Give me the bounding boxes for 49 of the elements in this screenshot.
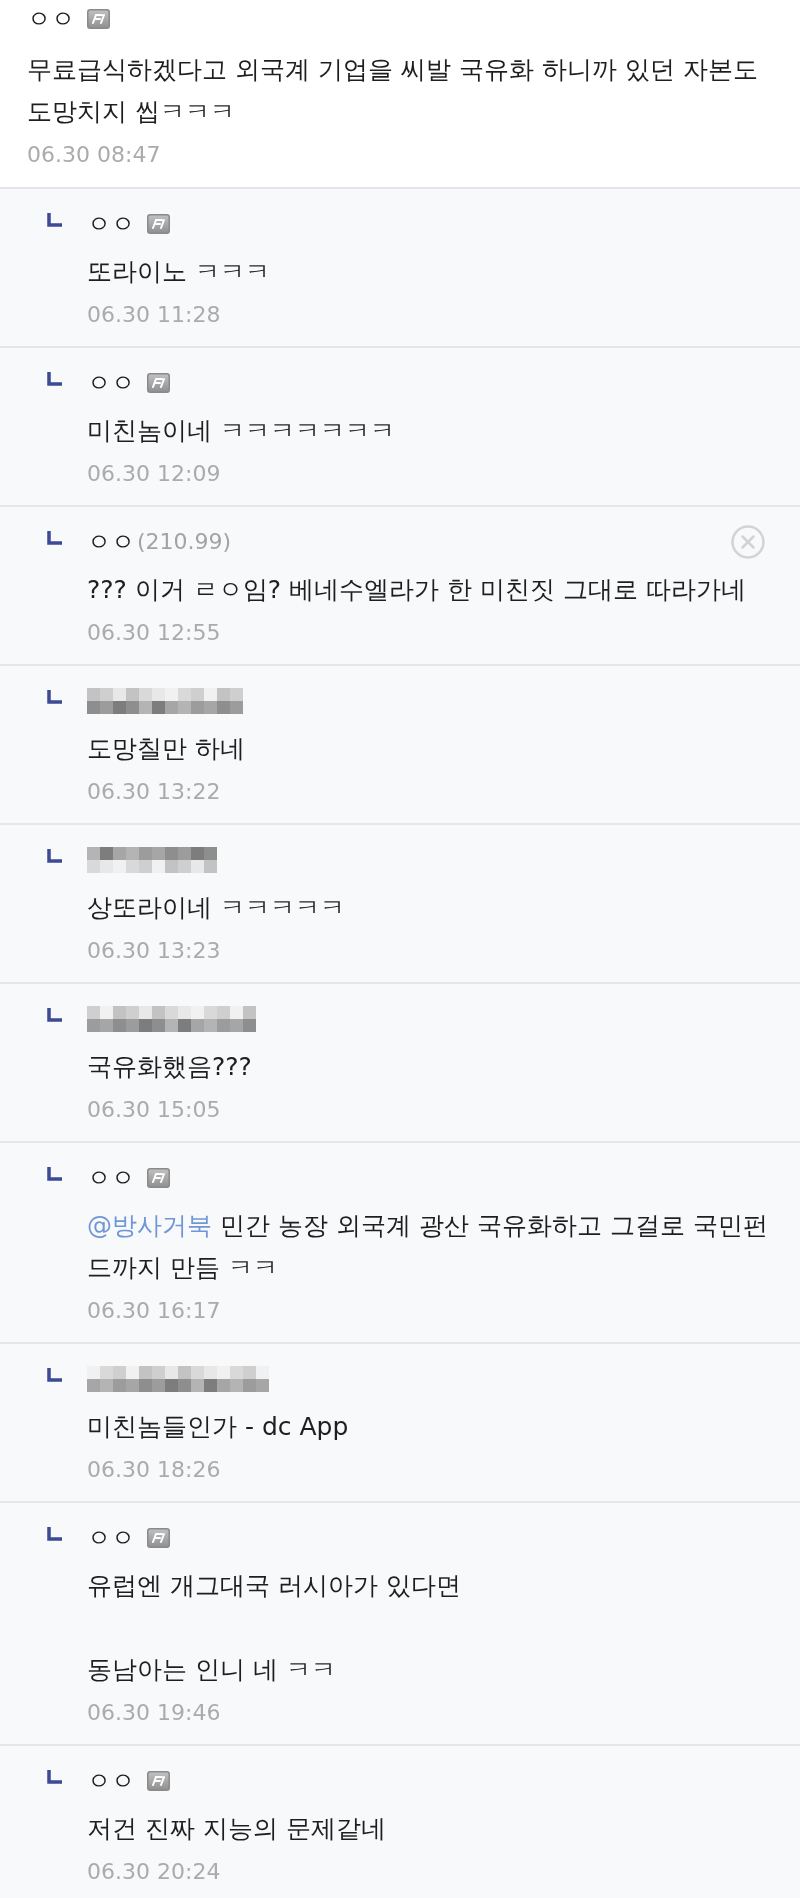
- reply-corner-icon: [47, 1770, 62, 1784]
- comment-text: 미친놈이네 ㅋㅋㅋㅋㅋㅋㅋ: [87, 415, 396, 447]
- comment-time: 06.30 11:28: [87, 301, 222, 329]
- comment-time: 06.30 15:05: [87, 1096, 222, 1124]
- nick-badge-icon: [147, 1528, 170, 1548]
- delete-button[interactable]: [731, 525, 765, 559]
- nickname: ㅇㅇ: [87, 1163, 135, 1193]
- comment-text: 또라이노 ㅋㅋㅋ: [87, 256, 271, 288]
- reply-corner-icon: [47, 690, 62, 704]
- nick-badge-icon: [147, 1771, 170, 1791]
- nickname: ㅇㅇ: [87, 527, 135, 557]
- reply-corner-icon: [47, 213, 62, 227]
- comment-time: 06.30 12:09: [87, 460, 222, 488]
- comment-time: 06.30 18:26: [87, 1456, 222, 1484]
- nickname: ㅇㅇ: [87, 368, 135, 398]
- comment-text: ??? 이거 ㄹㅇ임? 베네수엘라가 한 미친짓 그대로 따라가네: [87, 574, 747, 606]
- comment-time: 06.30 08:47: [27, 141, 162, 169]
- reply-corner-icon: [47, 1527, 62, 1541]
- comment-time: 06.30 16:17: [87, 1297, 222, 1325]
- ip-address: (210.99): [137, 528, 232, 556]
- nick-badge-icon: [87, 9, 110, 29]
- comment-text: 미친놈들인가 - dc App: [87, 1411, 350, 1443]
- comment-text: 저건 진짜 지능의 문제같네: [87, 1813, 387, 1845]
- nickname: ㅇㅇ: [87, 209, 135, 239]
- reply-corner-icon: [47, 849, 62, 863]
- comment-text: @방사거북 민간 농장 외국계 광산 국유화하고 그걸로 국민펀드까지 만듬 ㅋㅋ: [87, 1210, 769, 1284]
- nick-badge-icon: [147, 1168, 170, 1188]
- nick-badge-icon: [147, 373, 170, 393]
- comment-text: 국유화했음???: [87, 1051, 253, 1083]
- comment-text: 유럽엔 개그대국 러시아가 있다면 동남아는 인니 네 ㅋㅋ: [87, 1570, 462, 1686]
- comment-text: 무료급식하겠다고 외국계 기업을 씨발 국유화 하니까 있던 자본도 도망치지 씹ㅋㅋㅋ: [27, 54, 759, 128]
- reply-corner-icon: [47, 1167, 62, 1181]
- comment-text: 도망칠만 하네: [87, 733, 246, 765]
- nickname: ㅇㅇ: [27, 4, 75, 34]
- reply-corner-icon: [47, 1008, 62, 1022]
- comment-time: 06.30 12:55: [87, 619, 222, 647]
- close-icon: [731, 525, 765, 559]
- reply-corner-icon: [47, 372, 62, 386]
- comment-text: 상또라이네 ㅋㅋㅋㅋㅋ: [87, 892, 346, 924]
- comment-time: 06.30 20:24: [87, 1858, 222, 1886]
- nickname: ㅇㅇ: [87, 1766, 135, 1796]
- nickname: ㅇㅇ: [87, 1523, 135, 1553]
- comment-time: 06.30 13:23: [87, 937, 222, 965]
- comment-time: 06.30 19:46: [87, 1699, 222, 1727]
- reply-corner-icon: [47, 1368, 62, 1382]
- nick-badge-icon: [147, 214, 170, 234]
- reply-corner-icon: [47, 531, 62, 545]
- mention-link[interactable]: @방사거북: [87, 1211, 212, 1240]
- comment-time: 06.30 13:22: [87, 778, 222, 806]
